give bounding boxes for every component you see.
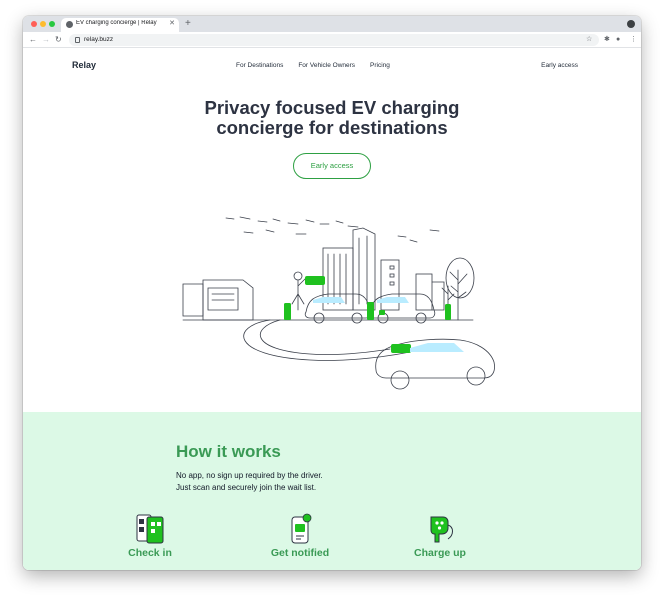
- maximize-window-button[interactable]: [49, 21, 55, 27]
- step-label-get-notified: Get notified: [270, 547, 330, 559]
- address-bar[interactable]: relay.buzz: [69, 34, 599, 46]
- profile-icon[interactable]: ●: [616, 34, 620, 46]
- browser-menu-icon[interactable]: [627, 20, 635, 28]
- step-check-in: Check in: [105, 513, 195, 559]
- charger-plug-icon: [430, 516, 453, 543]
- nav-link-pricing[interactable]: Pricing: [370, 62, 390, 69]
- how-it-works-title: How it works: [176, 442, 281, 461]
- how-it-works-section: How it works No app, no sign up required…: [23, 412, 641, 570]
- new-tab-button[interactable]: +: [185, 17, 191, 31]
- step-charge-up: Charge up: [395, 513, 485, 559]
- ev-charging-illustration: [182, 216, 495, 390]
- qr-phone-icon: [136, 514, 164, 544]
- more-menu-icon[interactable]: ⋮: [630, 34, 637, 46]
- extensions-icon[interactable]: ✱: [604, 34, 610, 46]
- reload-icon[interactable]: ↻: [55, 34, 62, 46]
- close-tab-icon[interactable]: ✕: [169, 19, 175, 27]
- nav-link-vehicle-owners[interactable]: For Vehicle Owners: [298, 62, 355, 69]
- main-nav: For Destinations For Vehicle Owners Pric…: [236, 62, 390, 69]
- brand-logo[interactable]: Relay: [72, 60, 96, 70]
- subtitle-line-2: Just scan and securely join the wait lis…: [176, 483, 317, 492]
- browser-toolbar: ← → ↻ relay.buzz ☆ ✱ ● ⋮: [23, 32, 641, 48]
- hero-title: Privacy focused EV charging concierge fo…: [23, 98, 641, 138]
- hero-title-line-1: Privacy focused EV charging: [204, 97, 460, 118]
- back-arrow-icon[interactable]: ←: [29, 34, 37, 46]
- nav-early-access-link[interactable]: Early access: [541, 62, 578, 69]
- tab-strip: EV charging concierge | Relay ✕ +: [23, 16, 641, 32]
- how-it-works-subtitle: No app, no sign up required by the drive…: [176, 470, 396, 494]
- browser-tab[interactable]: EV charging concierge | Relay ✕: [61, 18, 179, 32]
- step-label-charge-up: Charge up: [414, 547, 466, 559]
- close-window-button[interactable]: [31, 21, 37, 27]
- step-get-notified: Get notified: [255, 513, 345, 559]
- minimize-window-button[interactable]: [40, 21, 46, 27]
- globe-icon: [66, 21, 73, 28]
- hero-title-line-2: concierge for destinations: [216, 117, 448, 138]
- lock-icon: [75, 37, 80, 43]
- notification-phone-icon: [291, 513, 312, 544]
- early-access-button[interactable]: Early access: [293, 153, 371, 179]
- forward-arrow-icon[interactable]: →: [42, 34, 50, 46]
- url-text: relay.buzz: [84, 36, 114, 43]
- nav-link-destinations[interactable]: For Destinations: [236, 62, 283, 69]
- subtitle-line-1: No app, no sign up required by the drive…: [176, 471, 323, 480]
- step-label-check-in: Check in: [128, 547, 172, 559]
- tab-title: EV charging concierge | Relay: [76, 20, 157, 26]
- browser-window: EV charging concierge | Relay ✕ + ← → ↻ …: [23, 16, 641, 570]
- bookmark-star-icon[interactable]: ☆: [586, 34, 592, 46]
- web-page: Relay For Destinations For Vehicle Owner…: [23, 48, 641, 570]
